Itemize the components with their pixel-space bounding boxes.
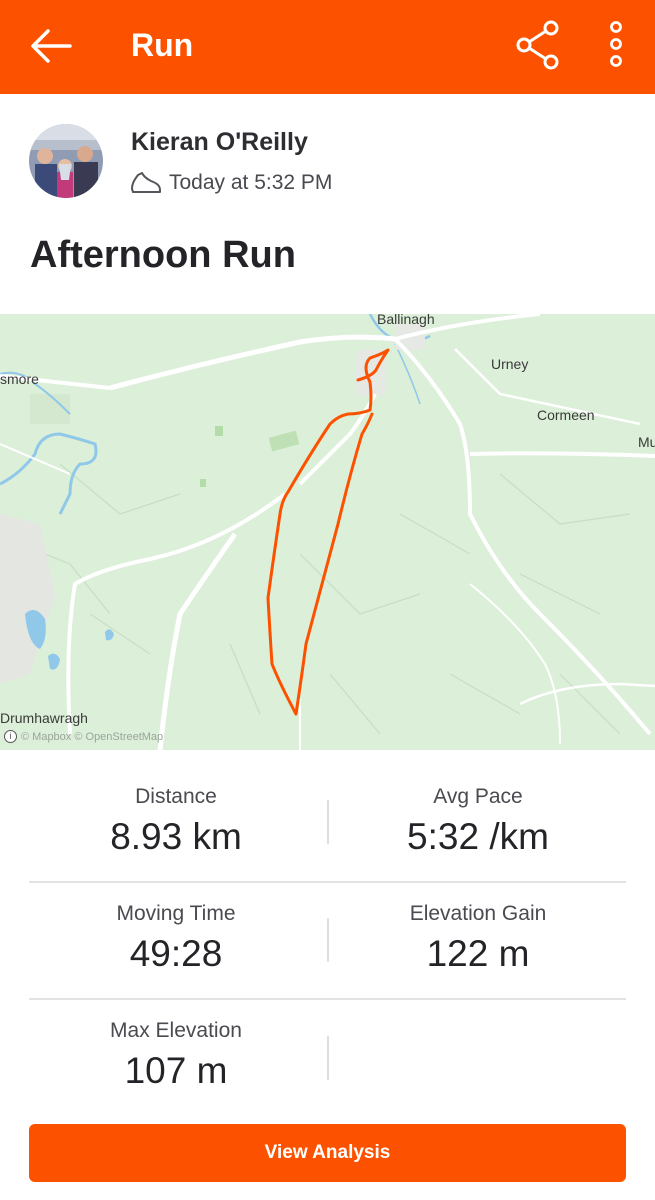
page-title: Run xyxy=(131,27,194,63)
avatar[interactable] xyxy=(29,124,103,198)
share-icon[interactable] xyxy=(512,20,566,70)
athlete-name[interactable]: Kieran O'Reilly xyxy=(131,128,308,157)
stat-value: 122 m xyxy=(426,933,530,974)
stat-value: 5:32 /km xyxy=(407,816,549,857)
map-label-drumhawragh: Drumhawragh xyxy=(0,710,88,726)
activity-meta: Today at 5:32 PM xyxy=(129,168,332,198)
divider xyxy=(29,998,626,1000)
info-icon[interactable]: i xyxy=(4,730,17,743)
stat-elevation-gain: Elevation Gain 122 m xyxy=(328,900,628,978)
back-arrow-icon[interactable] xyxy=(22,22,78,70)
stat-label: Max Elevation xyxy=(110,1019,242,1042)
stat-label: Avg Pace xyxy=(433,785,523,808)
map-label-smore: smore xyxy=(0,371,39,387)
stat-moving-time: Moving Time 49:28 xyxy=(26,900,326,978)
stat-max-elevation: Max Elevation 107 m xyxy=(26,1017,326,1095)
attribution-text: © Mapbox © OpenStreetMap xyxy=(21,730,164,743)
stat-avg-pace: Avg Pace 5:32 /km xyxy=(328,783,628,861)
divider xyxy=(327,1036,329,1080)
app-bar: Run xyxy=(0,0,655,94)
stat-label: Distance xyxy=(135,785,217,808)
stat-value: 49:28 xyxy=(129,933,223,974)
map-attribution[interactable]: i © Mapbox © OpenStreetMap xyxy=(4,730,163,743)
view-analysis-button[interactable]: View Analysis xyxy=(29,1124,626,1182)
running-shoe-icon xyxy=(131,172,161,193)
stat-label: Elevation Gain xyxy=(409,902,547,925)
map-label-cormeen: Cormeen xyxy=(537,407,595,423)
map-label-mu: Mu xyxy=(638,434,655,450)
map-label-ballinagh: Ballinagh xyxy=(377,314,435,327)
more-vertical-icon[interactable] xyxy=(598,18,634,70)
divider xyxy=(29,881,626,883)
activity-title: Afternoon Run xyxy=(30,234,296,276)
route-map[interactable]: Ballinagh Urney Cormeen smore Mu Drumhaw… xyxy=(0,314,655,750)
stat-label: Moving Time xyxy=(116,902,236,925)
stat-distance: Distance 8.93 km xyxy=(26,783,326,861)
stat-value: 107 m xyxy=(124,1050,228,1091)
stat-value: 8.93 km xyxy=(110,816,242,857)
activity-date: Today at 5:32 PM xyxy=(169,171,333,194)
map-label-urney: Urney xyxy=(491,356,529,372)
